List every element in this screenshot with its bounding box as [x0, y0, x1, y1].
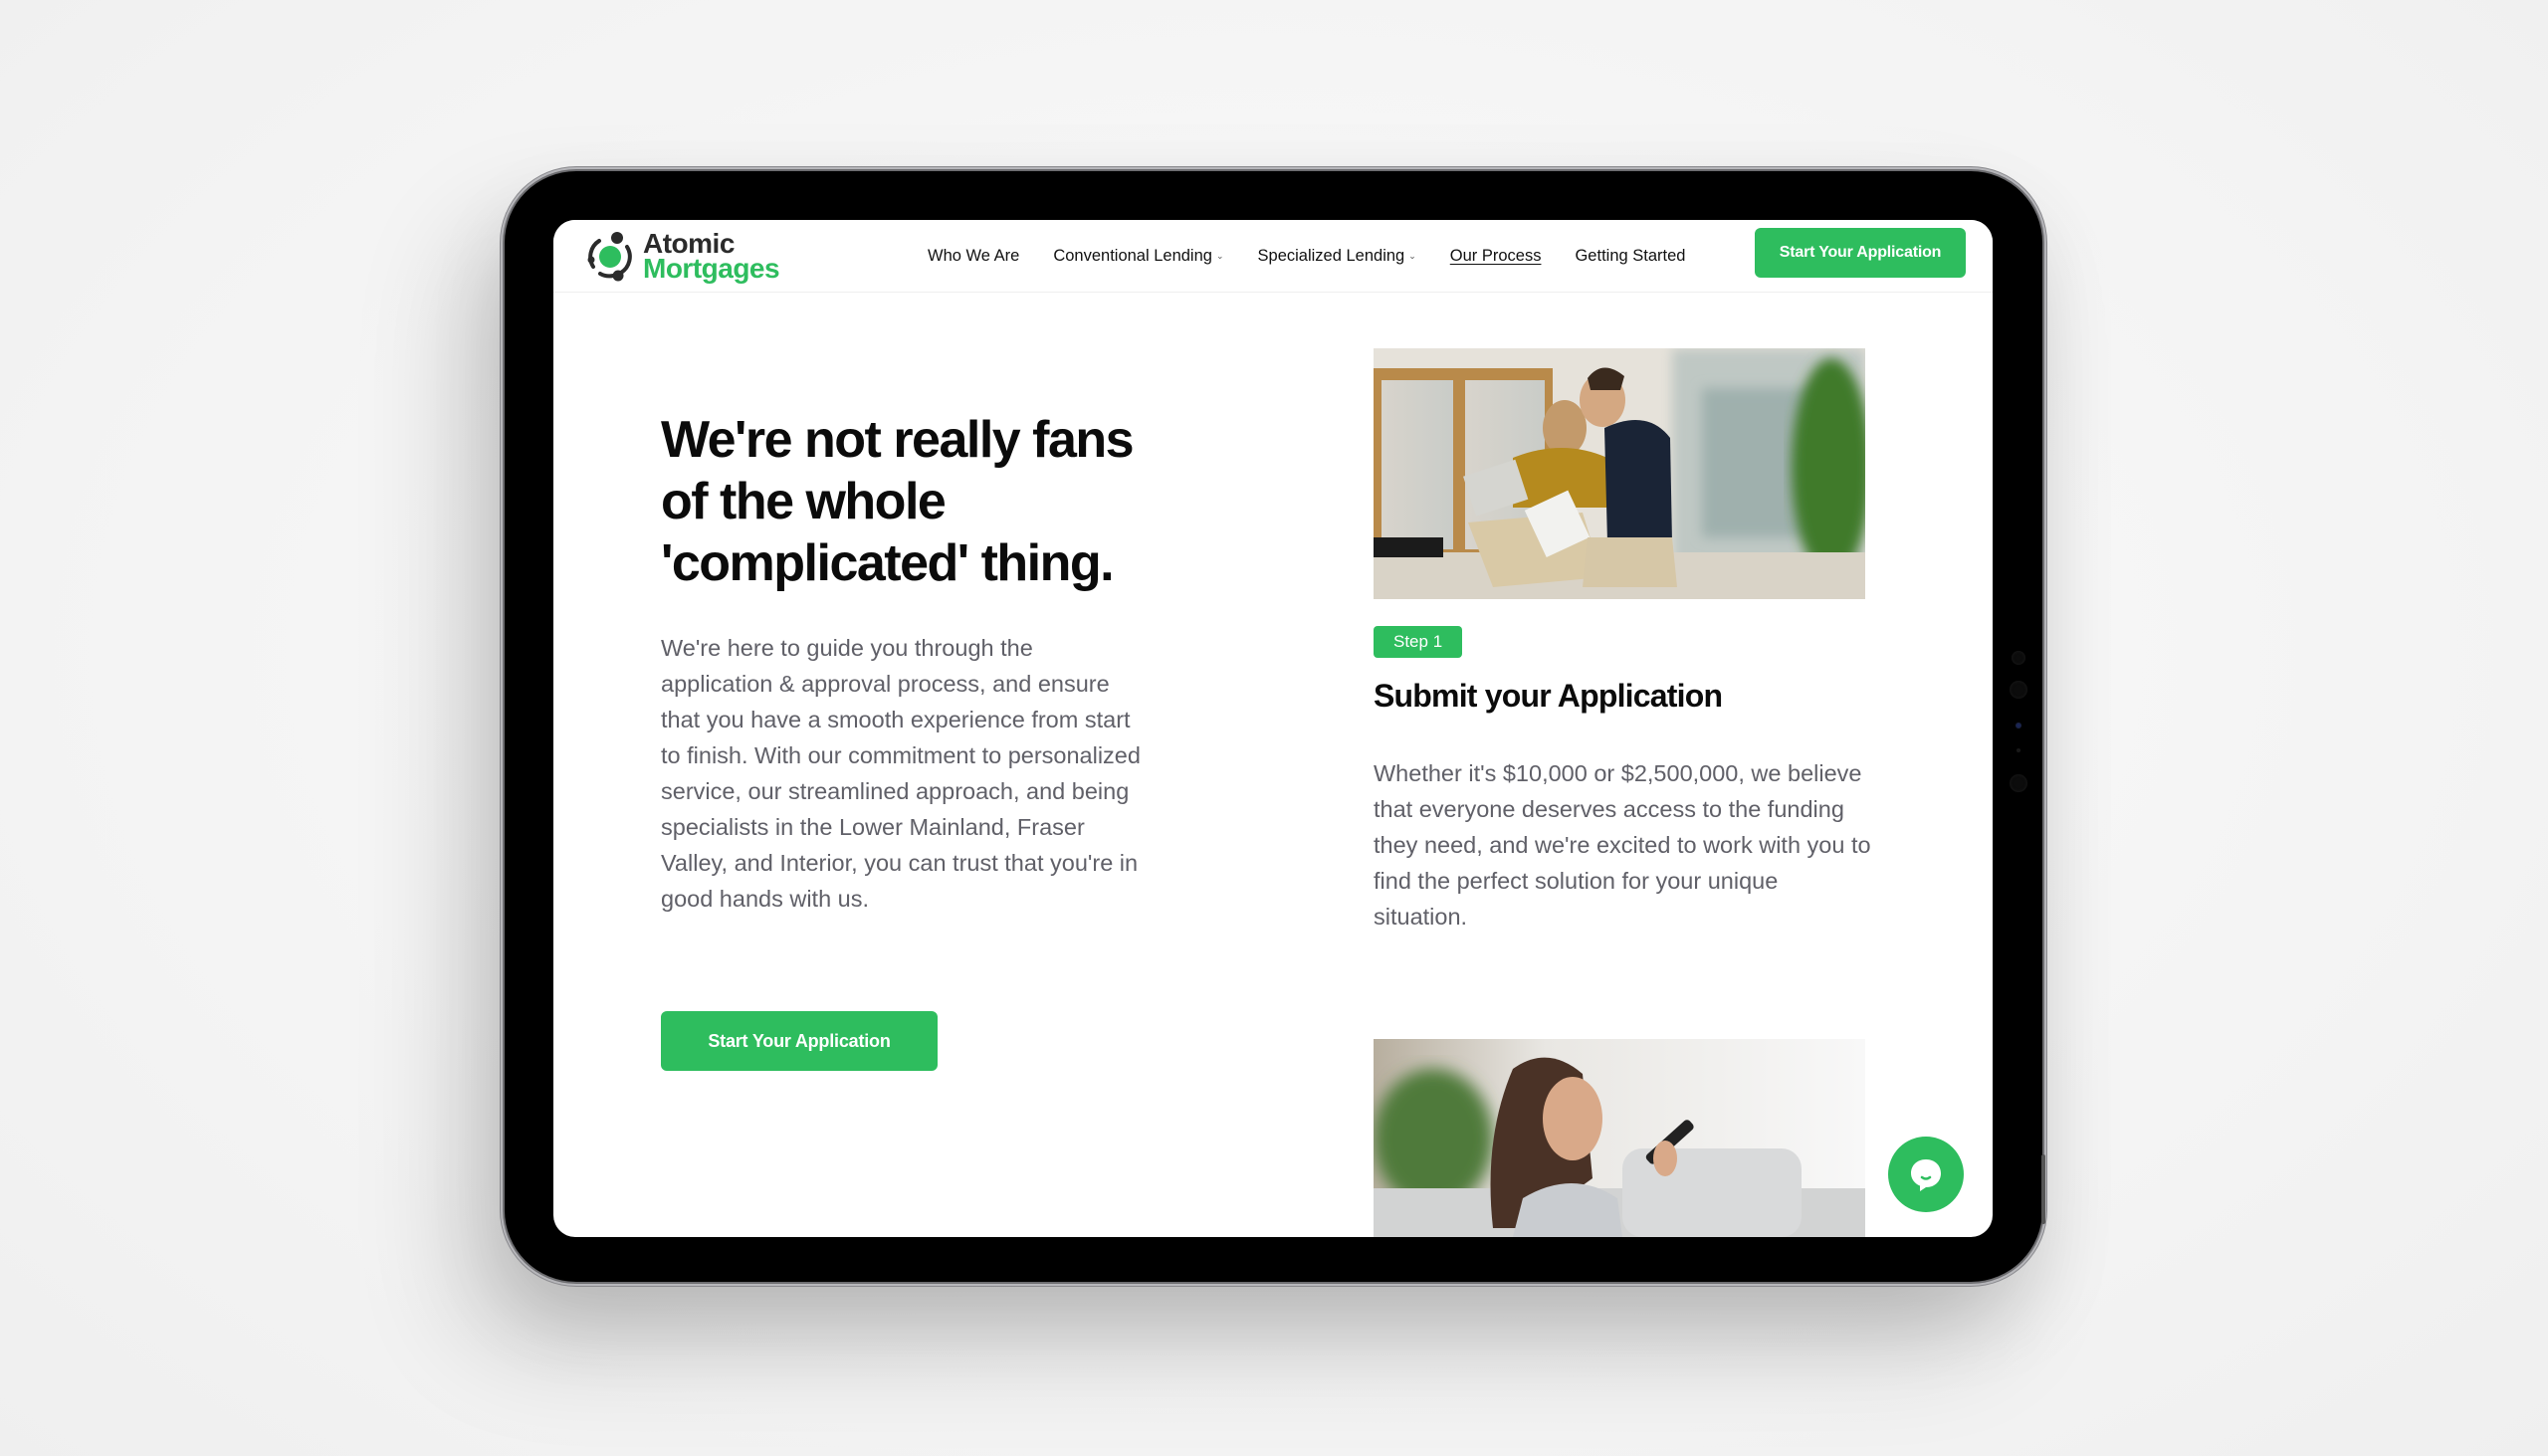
- atom-logo-icon: [587, 232, 632, 282]
- nav-label: Conventional Lending: [1053, 246, 1212, 265]
- logo[interactable]: Atomic Mortgages: [583, 225, 780, 287]
- woman-phone-image: [1374, 1039, 1865, 1237]
- nav-specialized-lending[interactable]: Specialized Lending ⌄: [1258, 247, 1416, 266]
- tablet-side-button: [2041, 1154, 2045, 1224]
- main-nav: Who We Are Conventional Lending ⌄ Specia…: [928, 220, 1719, 292]
- tablet-screen: Atomic Mortgages Who We Are Conventional…: [553, 220, 1993, 1237]
- nav-label: Specialized Lending: [1257, 246, 1405, 265]
- nav-label: Who We Are: [928, 246, 1020, 265]
- step-description: Whether it's $10,000 or $2,500,000, we b…: [1374, 760, 1871, 930]
- nav-getting-started[interactable]: Getting Started: [1575, 247, 1685, 266]
- office-couple-image: [1374, 348, 1865, 599]
- nav-conventional-lending[interactable]: Conventional Lending ⌄: [1053, 247, 1223, 266]
- nav-who-we-are[interactable]: Who We Are: [928, 247, 1019, 266]
- nav-our-process[interactable]: Our Process: [1450, 247, 1542, 266]
- camera-indicator: [2016, 723, 2021, 728]
- chat-bubble-icon: [1911, 1159, 1941, 1191]
- step-title: Submit your Application: [1374, 678, 1723, 714]
- site-header: Atomic Mortgages Who We Are Conventional…: [553, 220, 1993, 293]
- chat-widget-button[interactable]: [1888, 1137, 1964, 1212]
- header-start-application-button[interactable]: Start Your Application: [1755, 228, 1966, 278]
- step-badge: Step 1: [1374, 626, 1463, 658]
- hero-description: We're here to guide you through the appl…: [661, 635, 1141, 912]
- logo-wordmark: Atomic Mortgages: [643, 230, 780, 284]
- logo-line-2: Mortgages: [643, 253, 780, 284]
- camera-lens: [2010, 774, 2027, 792]
- hero-start-application-button[interactable]: Start Your Application: [661, 1011, 938, 1071]
- step-1-photo: [1374, 348, 1865, 599]
- camera-lens: [2010, 681, 2027, 699]
- camera-dot: [2017, 748, 2020, 752]
- nav-label: Our Process: [1449, 246, 1542, 265]
- tablet-camera-array: [2009, 637, 2028, 806]
- camera-sensor: [2012, 651, 2025, 665]
- hero-title: We're not really fans of the whole 'comp…: [661, 411, 1135, 592]
- step-2-photo: [1374, 1039, 1865, 1237]
- nav-label: Getting Started: [1575, 246, 1686, 265]
- chevron-down-icon: ⌄: [1408, 250, 1416, 261]
- chevron-down-icon: ⌄: [1215, 250, 1224, 261]
